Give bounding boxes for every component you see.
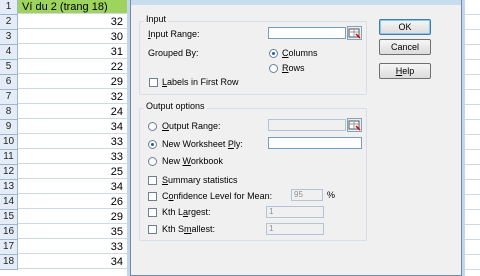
- output-range-field[interactable]: [268, 119, 346, 131]
- kth-smallest-field[interactable]: 1: [266, 223, 324, 235]
- cell[interactable]: 29: [18, 210, 136, 224]
- kth-largest-field[interactable]: 1: [266, 206, 324, 218]
- cell[interactable]: 34: [18, 120, 136, 134]
- row-number[interactable]: 13: [0, 180, 18, 195]
- cell[interactable]: 25: [18, 165, 136, 179]
- row-number[interactable]: 3: [0, 30, 18, 45]
- cell[interactable]: 24: [18, 105, 136, 119]
- new-worksheet-radio[interactable]: [148, 140, 157, 149]
- grouped-by-label: Grouped By:: [148, 48, 199, 58]
- summary-statistics-label[interactable]: Summary statistics: [162, 175, 238, 185]
- kth-largest-checkbox[interactable]: [148, 208, 157, 217]
- cell[interactable]: 26: [18, 195, 136, 209]
- confidence-level-checkbox[interactable]: [148, 192, 157, 201]
- row-number[interactable]: 8: [0, 105, 18, 120]
- cell[interactable]: 33: [18, 150, 136, 164]
- new-workbook-label[interactable]: New Workbook: [162, 156, 223, 166]
- rows-radio[interactable]: [269, 64, 278, 73]
- row-number[interactable]: 12: [0, 165, 18, 180]
- cell[interactable]: 22: [18, 60, 136, 74]
- labels-first-row-label[interactable]: Labels in First Row: [162, 77, 239, 87]
- dialog-title-bar[interactable]: [131, 0, 461, 5]
- new-worksheet-field[interactable]: [268, 137, 362, 149]
- row-number[interactable]: 11: [0, 150, 18, 165]
- new-workbook-radio[interactable]: [148, 157, 157, 166]
- columns-label[interactable]: Columns: [282, 48, 318, 58]
- output-range-collapse-button[interactable]: [347, 118, 362, 132]
- row-number[interactable]: 9: [0, 120, 18, 135]
- row-number[interactable]: 18: [0, 255, 18, 270]
- row-number[interactable]: 14: [0, 195, 18, 210]
- range-select-icon: [348, 120, 361, 131]
- row-number[interactable]: 15: [0, 210, 18, 225]
- new-worksheet-label[interactable]: New Worksheet Ply:: [162, 139, 243, 149]
- output-range-label[interactable]: Output Range:: [162, 121, 221, 131]
- input-range-field[interactable]: [268, 27, 346, 39]
- header-cell[interactable]: Ví du 2 (trang 18): [18, 0, 136, 14]
- row-number[interactable]: 16: [0, 225, 18, 240]
- row-number[interactable]: 5: [0, 60, 18, 75]
- cell[interactable]: 34: [18, 180, 136, 194]
- cell[interactable]: 35: [18, 225, 136, 239]
- help-button[interactable]: Help: [379, 63, 431, 79]
- cell[interactable]: 29: [18, 75, 136, 89]
- row-number[interactable]: 1: [0, 0, 18, 15]
- row-number[interactable]: 7: [0, 90, 18, 105]
- cancel-button[interactable]: Cancel: [379, 39, 431, 55]
- confidence-level-field[interactable]: 95: [291, 189, 323, 201]
- output-range-radio[interactable]: [148, 122, 157, 131]
- row-number[interactable]: 4: [0, 45, 18, 60]
- rows-label[interactable]: Rows: [282, 63, 305, 73]
- input-range-collapse-button[interactable]: [347, 26, 362, 40]
- descriptive-statistics-dialog: Input Input Range: Grouped By: Columns R…: [130, 0, 462, 276]
- input-range-label: Input Range:: [148, 29, 200, 39]
- row-number[interactable]: 10: [0, 135, 18, 150]
- cell[interactable]: 34: [18, 255, 136, 269]
- input-group-label: Input: [144, 14, 169, 24]
- kth-smallest-checkbox[interactable]: [148, 225, 157, 234]
- summary-statistics-checkbox[interactable]: [148, 176, 157, 185]
- row-number[interactable]: 6: [0, 75, 18, 90]
- kth-largest-label[interactable]: Kth Largest:: [162, 207, 211, 217]
- cell[interactable]: 32: [18, 15, 136, 29]
- row-number[interactable]: 17: [0, 240, 18, 255]
- range-select-icon: [348, 28, 361, 39]
- percent-sign: %: [327, 190, 336, 200]
- row-number[interactable]: 2: [0, 15, 18, 30]
- output-options-label: Output options: [144, 101, 207, 111]
- ok-button[interactable]: OK: [379, 19, 431, 35]
- cell[interactable]: 30: [18, 30, 136, 44]
- cell[interactable]: 31: [18, 45, 136, 59]
- labels-first-row-checkbox[interactable]: [149, 78, 158, 87]
- cell[interactable]: 33: [18, 240, 136, 254]
- columns-radio[interactable]: [269, 49, 278, 58]
- cell[interactable]: 33: [18, 135, 136, 149]
- kth-smallest-label[interactable]: Kth Smallest:: [162, 224, 215, 234]
- confidence-level-label[interactable]: Confidence Level for Mean:: [162, 191, 272, 201]
- cell[interactable]: 32: [18, 90, 136, 104]
